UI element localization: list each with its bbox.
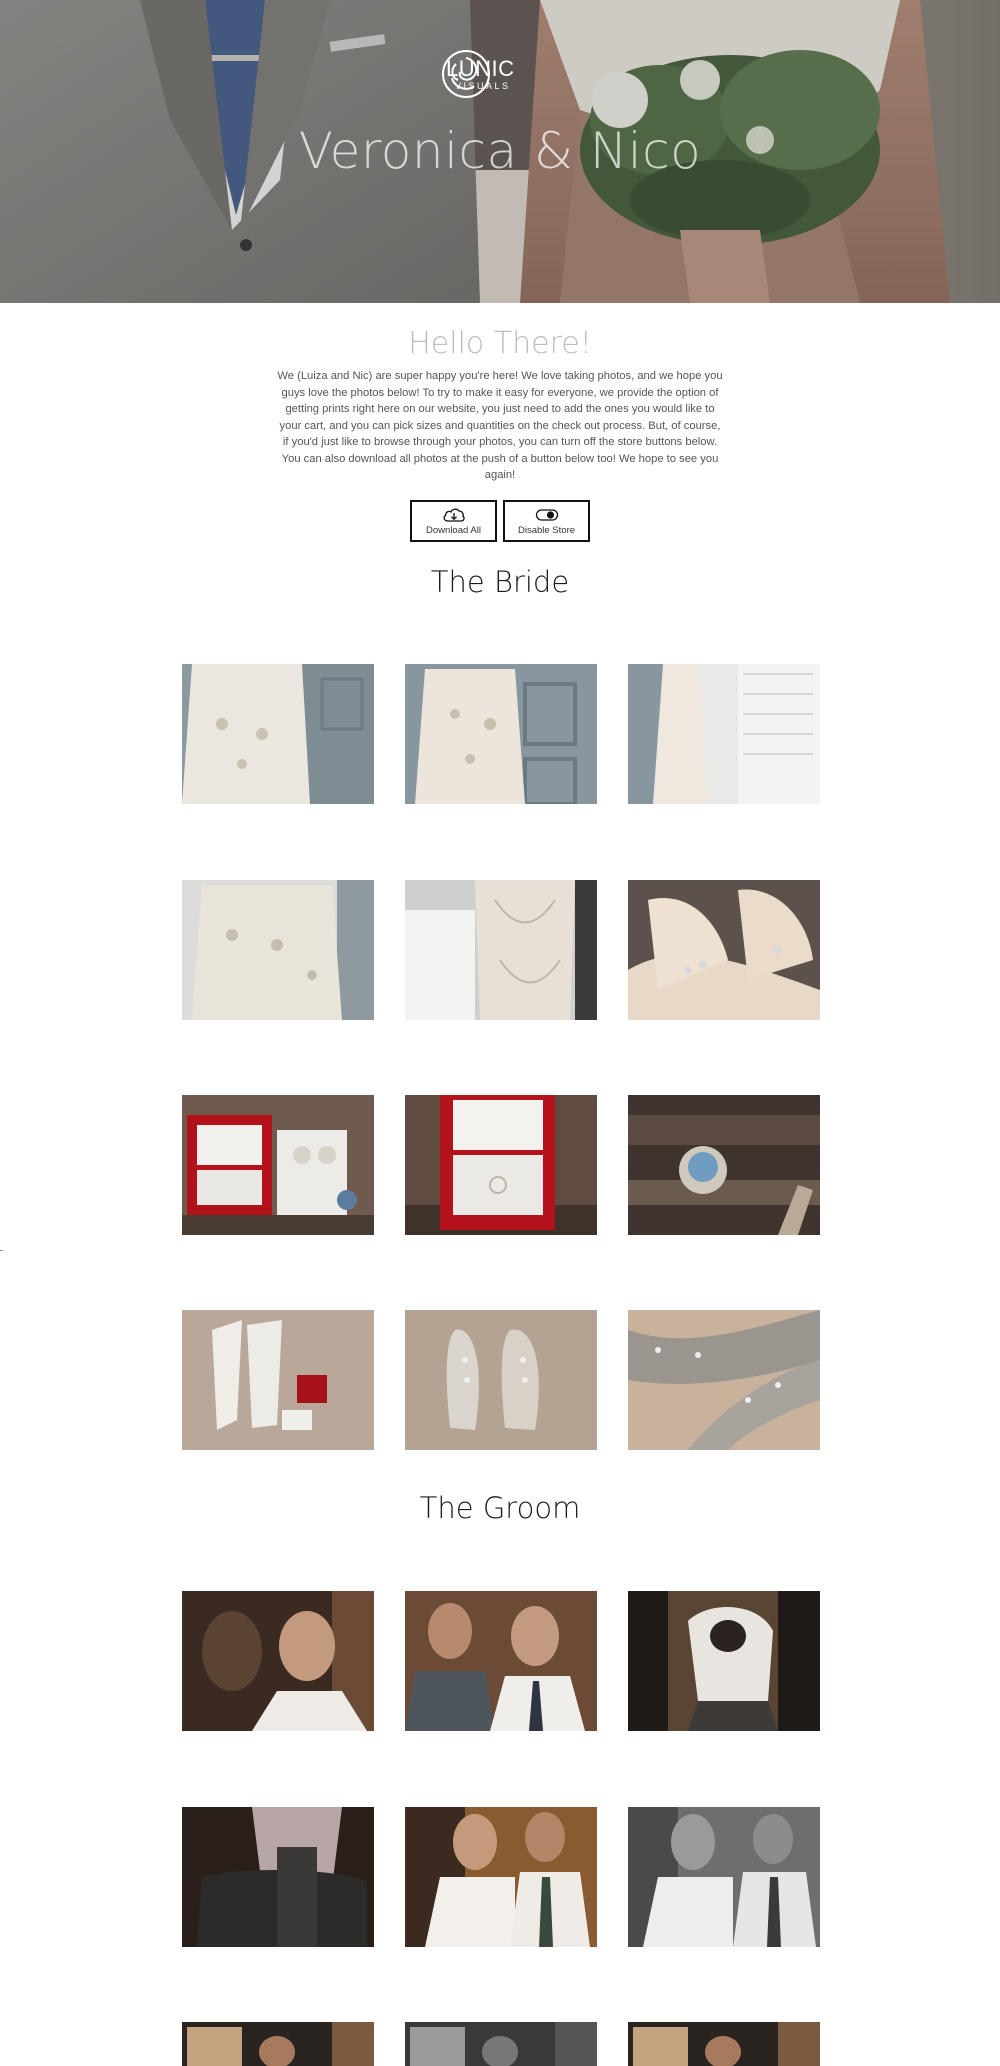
gallery-photo[interactable] <box>405 1591 597 1731</box>
gallery-photo[interactable] <box>182 2022 374 2066</box>
gallery-photo[interactable] <box>405 2022 597 2066</box>
gallery-photo[interactable] <box>182 880 374 1020</box>
download-all-label: Download All <box>426 524 481 536</box>
page-edge-mark <box>0 1250 3 1251</box>
brand-logo[interactable]: LUNIC VISUALS <box>440 48 570 100</box>
disable-store-label: Disable Store <box>517 524 576 536</box>
gallery-photo[interactable] <box>182 1310 374 1450</box>
gallery-photo[interactable] <box>182 1591 374 1731</box>
hero-banner: LUNIC VISUALS Veronica & Nico <box>0 0 1000 303</box>
gallery-photo[interactable] <box>405 880 597 1020</box>
toggle-icon <box>535 508 558 521</box>
gallery-photo[interactable] <box>628 1807 820 1947</box>
hero-title: Veronica & Nico <box>298 122 702 180</box>
download-all-button[interactable]: Download All <box>410 500 497 542</box>
gallery-photo[interactable] <box>628 2022 820 2066</box>
gallery-photo[interactable] <box>628 880 820 1020</box>
gallery-photo[interactable] <box>182 664 374 804</box>
gallery-photo[interactable] <box>405 1095 597 1235</box>
gallery-photo[interactable] <box>182 1095 374 1235</box>
gallery-photo[interactable] <box>628 1591 820 1731</box>
gallery-photo[interactable] <box>405 664 597 804</box>
gallery-photo[interactable] <box>628 1095 820 1235</box>
gallery-photo[interactable] <box>405 1310 597 1450</box>
gallery-photo[interactable] <box>628 1310 820 1450</box>
disable-store-button[interactable]: Disable Store <box>503 500 590 542</box>
cloud-download-icon <box>442 508 465 522</box>
intro-text: We (Luiza and Nic) are super happy you'r… <box>277 370 723 481</box>
section-title-bride: The Bride <box>430 565 570 599</box>
gallery-photo[interactable] <box>182 1807 374 1947</box>
intro-title: Hello There! <box>408 326 592 361</box>
lunic-logo-icon <box>442 50 490 98</box>
section-title-groom: The Groom <box>419 1491 581 1525</box>
gallery-photo[interactable] <box>405 1807 597 1947</box>
gallery-photo[interactable] <box>628 664 820 804</box>
